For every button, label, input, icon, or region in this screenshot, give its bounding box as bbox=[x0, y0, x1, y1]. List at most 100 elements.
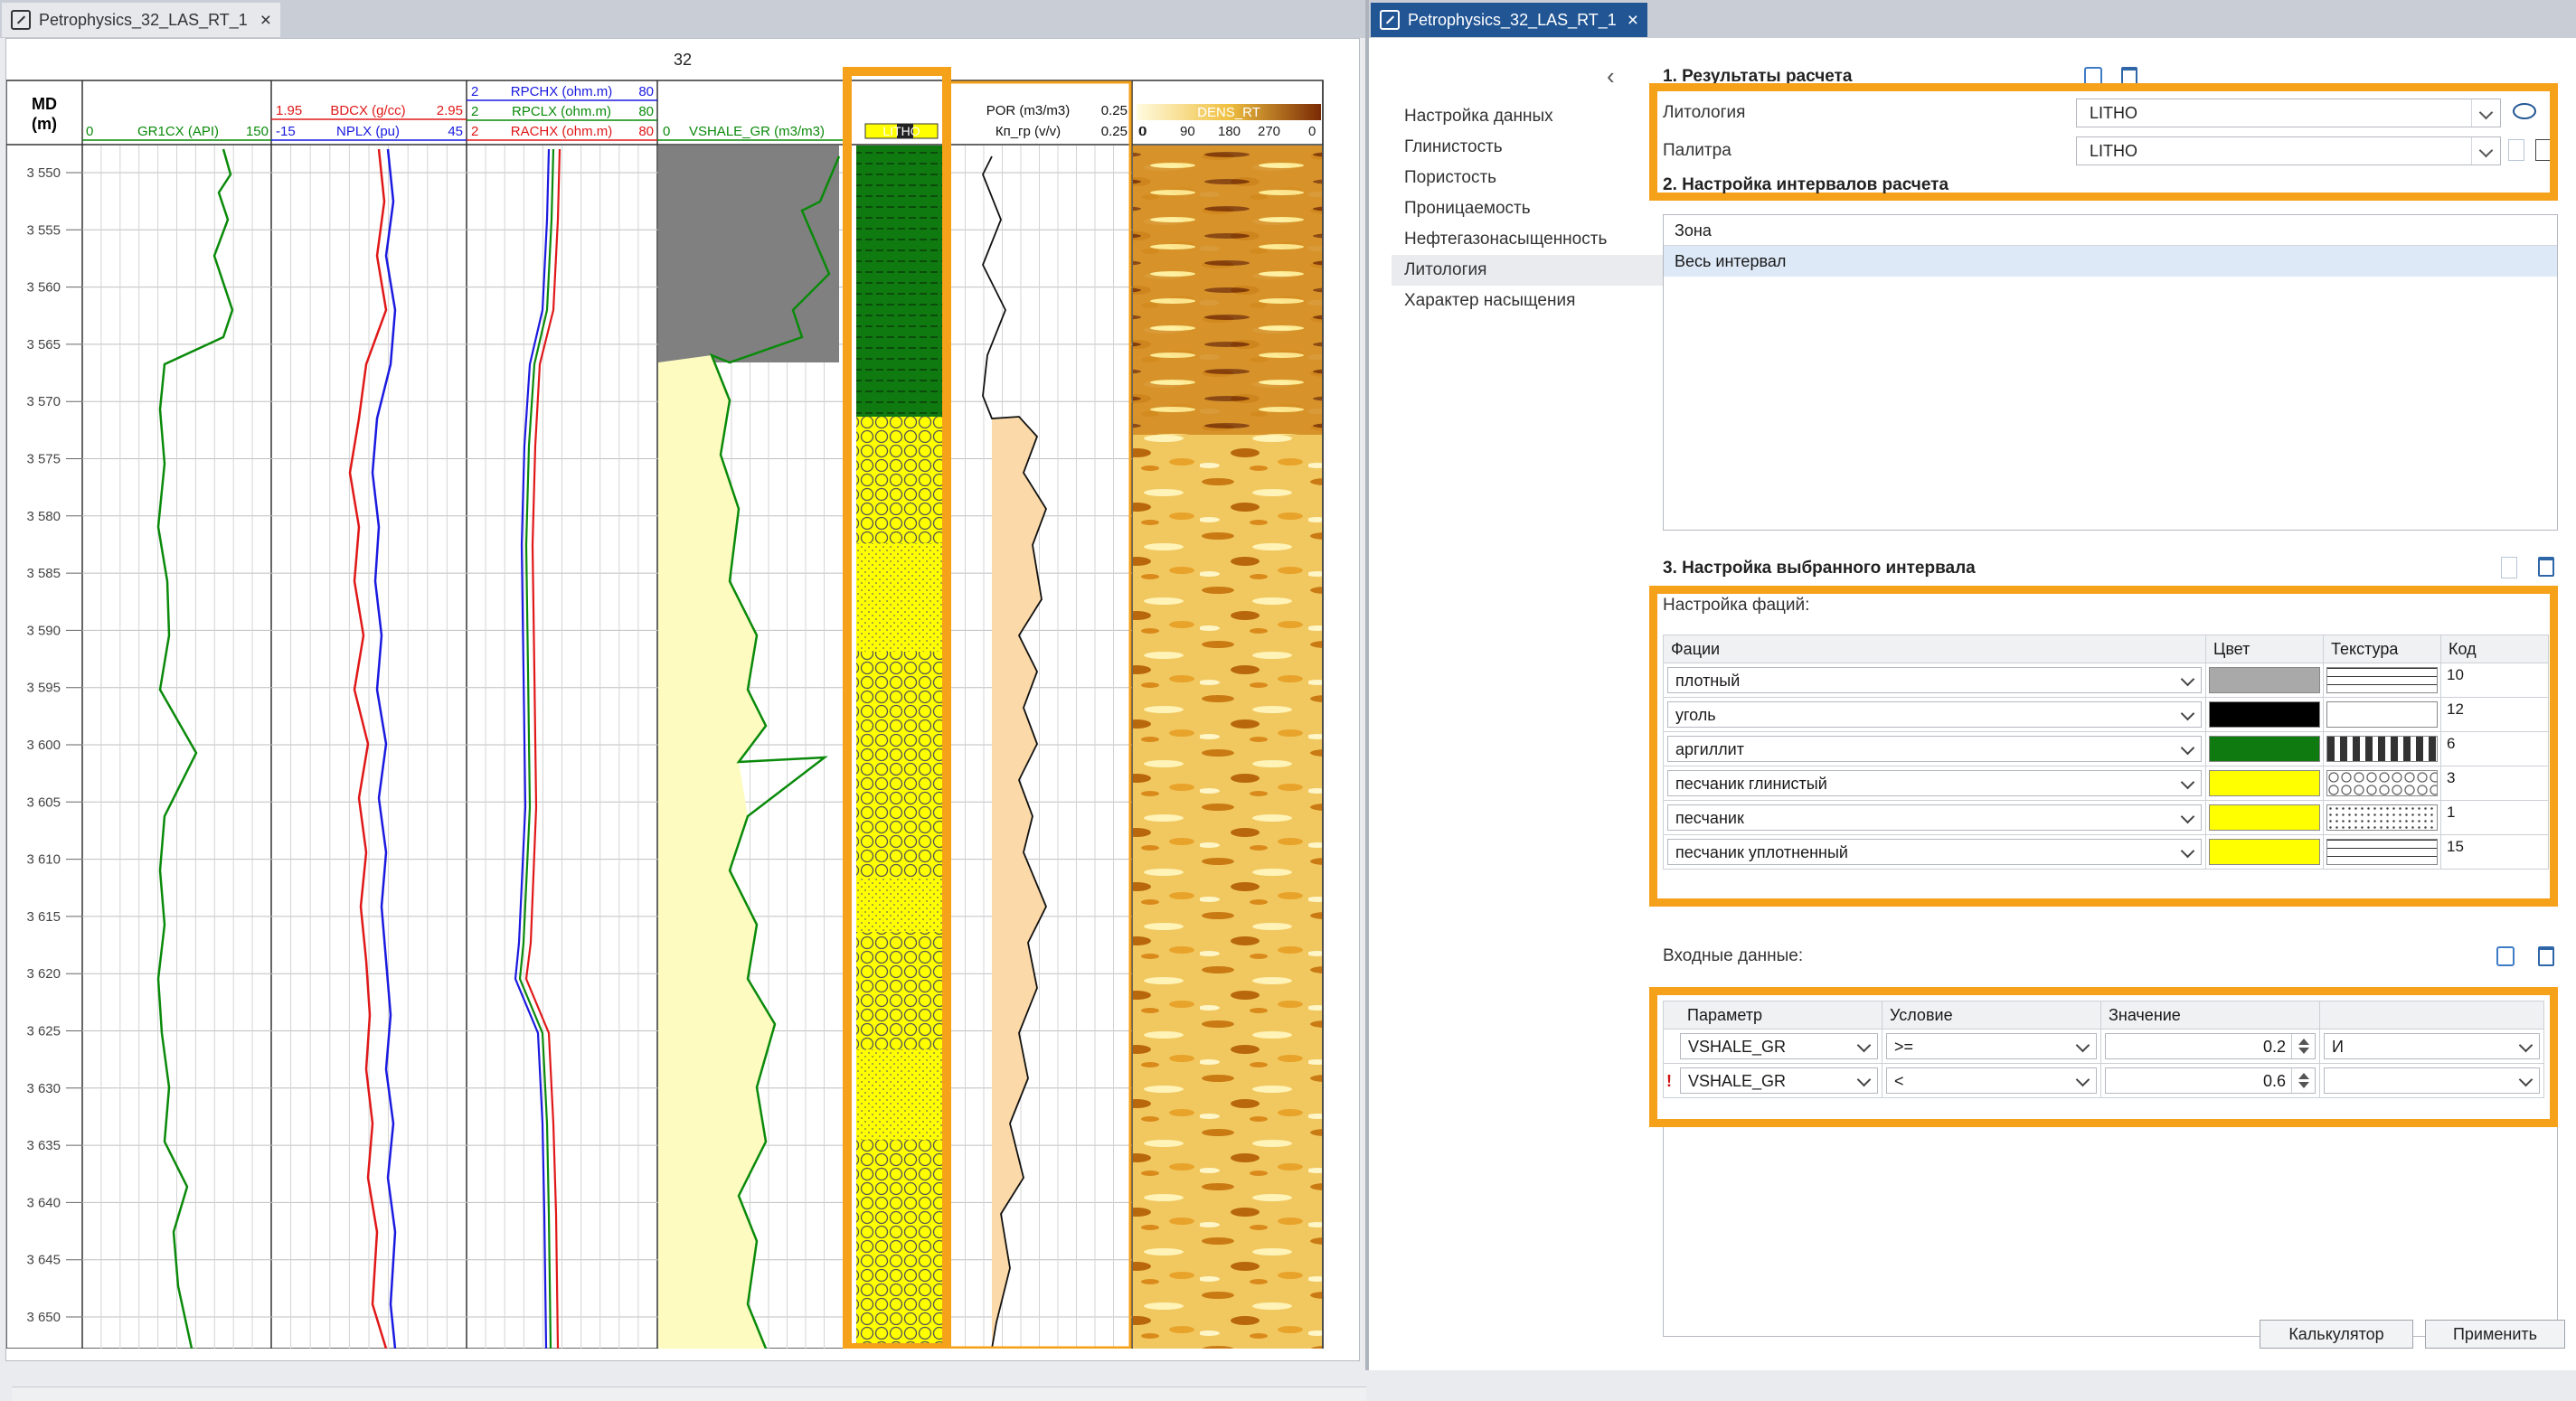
value-spinbox[interactable]: 0.2 bbox=[2105, 1033, 2316, 1059]
condition-select[interactable]: < bbox=[1886, 1067, 2097, 1094]
facies-code: 15 bbox=[2447, 838, 2464, 855]
logic-value: И bbox=[2332, 1038, 2344, 1056]
color-swatch[interactable] bbox=[2209, 770, 2320, 796]
code-cell[interactable]: 15 bbox=[2440, 834, 2549, 870]
logic-select[interactable]: И bbox=[2324, 1033, 2540, 1059]
facies-row[interactable]: песчаник уплотненный 15 bbox=[1663, 834, 2549, 870]
facies-select[interactable]: песчаник bbox=[1667, 804, 2202, 831]
param-cell: ! VSHALE_GR bbox=[1663, 1063, 1882, 1098]
texture-cell[interactable] bbox=[2323, 663, 2441, 698]
nav-data-settings[interactable]: Настройка данных bbox=[1392, 101, 1663, 132]
texture-cell[interactable] bbox=[2323, 834, 2441, 870]
facies-row[interactable]: уголь 12 bbox=[1663, 697, 2549, 732]
lithology-select[interactable]: LITHO bbox=[2076, 99, 2501, 127]
condition-select[interactable]: >= bbox=[1886, 1033, 2097, 1059]
chevron-down-icon bbox=[2514, 1068, 2539, 1094]
texture-swatch[interactable] bbox=[2326, 804, 2438, 831]
code-cell[interactable]: 3 bbox=[2440, 766, 2549, 801]
texture-cell[interactable] bbox=[2323, 731, 2441, 766]
facies-select[interactable]: песчаник уплотненный bbox=[1667, 839, 2202, 865]
texture-swatch[interactable] bbox=[2326, 770, 2438, 796]
code-cell[interactable]: 10 bbox=[2440, 663, 2549, 698]
calculator-button[interactable]: Калькулятор bbox=[2260, 1320, 2413, 1349]
facies-cell: аргиллит bbox=[1663, 731, 2206, 766]
color-cell[interactable] bbox=[2205, 766, 2324, 801]
close-icon[interactable]: × bbox=[260, 11, 271, 30]
add-icon[interactable] bbox=[2501, 557, 2517, 578]
facies-select[interactable]: аргиллит bbox=[1667, 736, 2202, 762]
facies-row[interactable]: песчаник 1 bbox=[1663, 800, 2549, 835]
color-cell[interactable] bbox=[2205, 663, 2324, 698]
depth-tick-label: 3 580 bbox=[26, 509, 61, 524]
horizontal-scrollbar[interactable] bbox=[12, 1387, 1366, 1401]
spin-icon[interactable] bbox=[2291, 1068, 2315, 1093]
param-select[interactable]: VSHALE_GR bbox=[1680, 1067, 1878, 1094]
dens-tick: 0 bbox=[1308, 124, 1316, 139]
rpclx-max: 80 bbox=[638, 104, 654, 119]
nav-lithology[interactable]: Литология bbox=[1392, 255, 1663, 286]
color-swatch[interactable] bbox=[2209, 839, 2320, 865]
texture-swatch[interactable] bbox=[2326, 701, 2438, 728]
refresh-icon[interactable] bbox=[2084, 67, 2102, 87]
texture-swatch[interactable] bbox=[2326, 839, 2438, 865]
value-spinbox[interactable]: 0.6 bbox=[2105, 1067, 2316, 1094]
new-palette-icon[interactable] bbox=[2508, 139, 2524, 161]
interval-row[interactable]: Весь интервал bbox=[1664, 246, 2557, 277]
nav-saturation[interactable]: Нефтегазонасыщенность bbox=[1392, 224, 1663, 255]
chevron-down-icon bbox=[2175, 840, 2201, 865]
color-cell[interactable] bbox=[2205, 731, 2324, 766]
palette-select[interactable]: LITHO bbox=[2076, 136, 2501, 165]
refresh-icon[interactable] bbox=[2496, 946, 2515, 966]
nav-saturation-type[interactable]: Характер насыщения bbox=[1392, 286, 1663, 316]
nav-permeability[interactable]: Проницаемость bbox=[1392, 193, 1663, 224]
nav-porosity[interactable]: Пористость bbox=[1392, 163, 1663, 193]
code-cell[interactable]: 6 bbox=[2440, 731, 2549, 766]
color-swatch[interactable] bbox=[2209, 736, 2320, 762]
facies-row[interactable]: песчаник глинистый 3 bbox=[1663, 766, 2549, 801]
delete-icon[interactable] bbox=[2121, 67, 2137, 87]
color-cell[interactable] bbox=[2205, 834, 2324, 870]
input-row[interactable]: ! VSHALE_GR <0.6 bbox=[1663, 1063, 2544, 1098]
logic-select[interactable] bbox=[2324, 1067, 2540, 1094]
depth-tick-label: 3 640 bbox=[26, 1195, 61, 1210]
input-row[interactable]: VSHALE_GR >= 0.2 И bbox=[1663, 1029, 2544, 1064]
facies-row[interactable]: плотный 10 bbox=[1663, 663, 2549, 698]
facies-row[interactable]: аргиллит 6 bbox=[1663, 731, 2549, 766]
chevron-down-icon bbox=[2071, 1068, 2096, 1094]
color-swatch[interactable] bbox=[2209, 667, 2320, 693]
col-logic bbox=[2319, 1001, 2544, 1030]
texture-cell[interactable] bbox=[2323, 766, 2441, 801]
right-tab-bar: Petrophysics_32_LAS_RT_1 × bbox=[1369, 0, 2576, 38]
eye-icon[interactable] bbox=[2513, 103, 2536, 119]
tab-petrophysics-settings[interactable]: Petrophysics_32_LAS_RT_1 × bbox=[1371, 3, 1647, 37]
color-swatch[interactable] bbox=[2209, 804, 2320, 831]
color-cell[interactable] bbox=[2205, 697, 2324, 732]
close-icon[interactable]: × bbox=[1628, 11, 1638, 30]
well-log-view[interactable]: 32 MD (m) GR1CX (API) 0 150 BDCX (g/cc) … bbox=[5, 38, 1366, 1401]
code-cell[interactable]: 12 bbox=[2440, 697, 2549, 732]
texture-swatch[interactable] bbox=[2326, 667, 2438, 693]
value-number: 0.6 bbox=[2262, 1072, 2286, 1090]
color-swatch[interactable] bbox=[2209, 701, 2320, 728]
facies-select[interactable]: плотный bbox=[1667, 667, 2202, 693]
lithology-label: Литология bbox=[1663, 103, 1746, 122]
facies-select[interactable]: песчаник глинистый bbox=[1667, 770, 2202, 796]
edit-palette-icon[interactable] bbox=[2535, 139, 2552, 161]
texture-cell[interactable] bbox=[2323, 697, 2441, 732]
code-cell[interactable]: 1 bbox=[2440, 800, 2549, 835]
texture-swatch[interactable] bbox=[2326, 736, 2438, 762]
color-cell[interactable] bbox=[2205, 800, 2324, 835]
facies-code: 12 bbox=[2447, 700, 2464, 718]
apply-button[interactable]: Применить bbox=[2425, 1320, 2565, 1349]
texture-cell[interactable] bbox=[2323, 800, 2441, 835]
param-select[interactable]: VSHALE_GR bbox=[1680, 1033, 1878, 1059]
delete-icon[interactable] bbox=[2538, 557, 2554, 577]
nav-shaliness[interactable]: Глинистость bbox=[1392, 132, 1663, 163]
facies-name: песчаник уплотненный bbox=[1675, 843, 1848, 861]
spin-icon[interactable] bbox=[2291, 1034, 2315, 1058]
delete-icon[interactable] bbox=[2538, 946, 2554, 966]
collapse-nav-icon[interactable]: ‹ bbox=[1607, 62, 1615, 90]
facies-select[interactable]: уголь bbox=[1667, 701, 2202, 728]
tab-petrophysics-log[interactable]: Petrophysics_32_LAS_RT_1 × bbox=[2, 3, 280, 37]
col-color: Цвет bbox=[2205, 635, 2324, 663]
